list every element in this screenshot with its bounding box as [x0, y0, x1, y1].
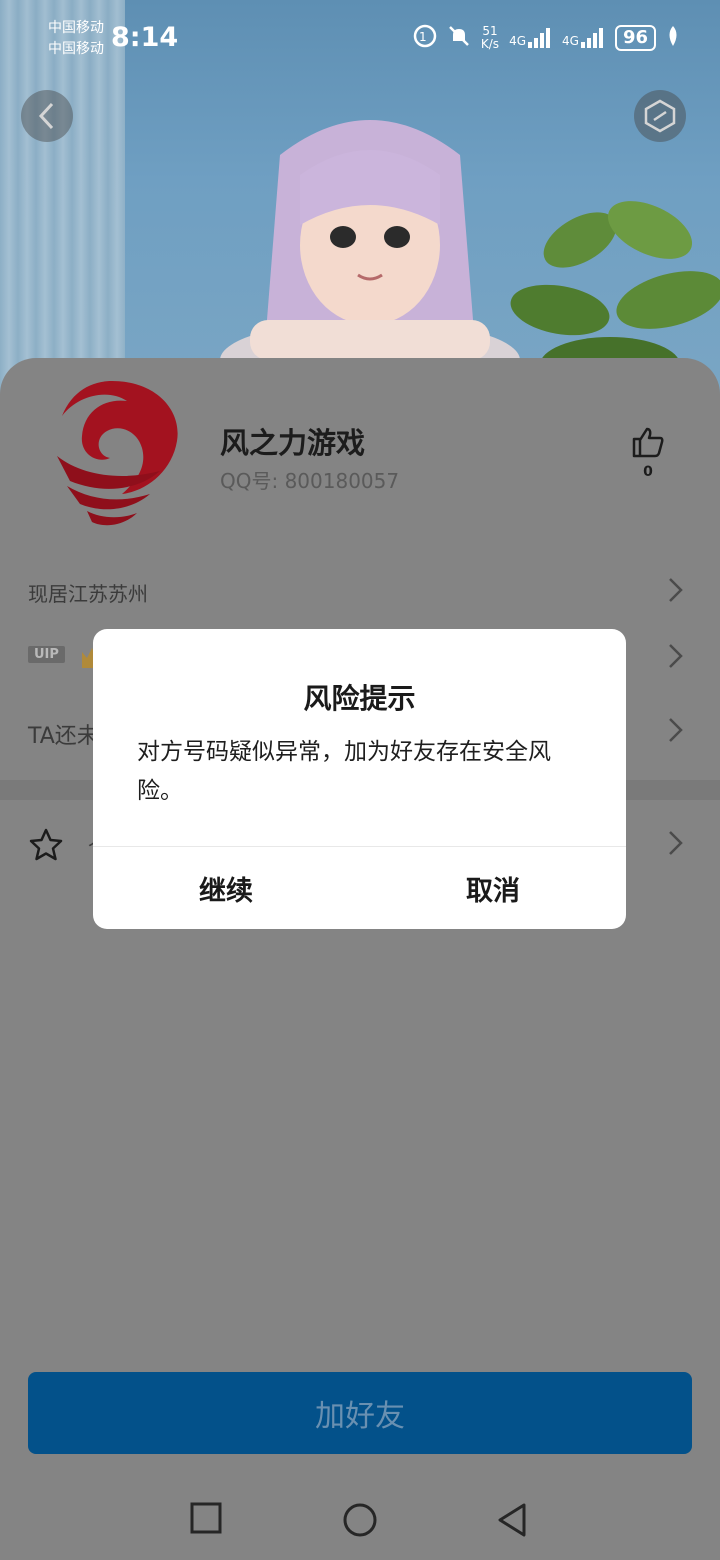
3d-avatar-image [220, 120, 520, 375]
like-button[interactable]: 0 [628, 426, 668, 480]
hd-call-icon: 1 [413, 24, 437, 52]
more-button[interactable] [634, 90, 686, 142]
company-logo [57, 381, 178, 526]
vip-badge: UIP [28, 646, 65, 663]
add-friend-button[interactable]: 加好友 [28, 1372, 692, 1454]
recent-apps-icon[interactable] [190, 1502, 222, 1534]
dialog-title: 风险提示 [303, 682, 416, 715]
location-row[interactable]: 现居江苏苏州 [0, 562, 720, 622]
system-navigation-bar [0, 1480, 720, 1560]
carrier-2: 中国移动 [48, 41, 104, 57]
like-count: 0 [643, 464, 653, 480]
chevron-right-icon [669, 644, 683, 668]
clock: 8:14 [111, 22, 179, 53]
carrier-1: 中国移动 [48, 20, 104, 36]
status-bar: 中国移动 中国移动 8:14 1 51 K/s 4G 4G 96 [0, 0, 720, 80]
svg-text:1: 1 [419, 30, 427, 44]
network-speed: 51 K/s [480, 24, 500, 51]
profile-name: 风之力游戏 [220, 426, 366, 460]
chevron-right-icon [669, 578, 683, 602]
status-icons: 1 51 K/s 4G 4G 96 [413, 24, 680, 52]
thumbs-up-icon [632, 427, 664, 458]
chevron-right-icon [669, 718, 683, 742]
dialog-message: 对方号码疑似异常，加为好友存在安全风险。 [137, 739, 551, 804]
star-icon [29, 828, 63, 861]
carrier-labels: 中国移动 中国移动 [48, 18, 104, 60]
qq-number: QQ号: 800180057 [220, 469, 400, 493]
battery-indicator: 96 [614, 25, 656, 51]
back-button[interactable] [21, 90, 73, 142]
chevron-right-icon [669, 831, 683, 855]
hexagon-icon [644, 99, 676, 133]
continue-button[interactable]: 继续 [93, 847, 359, 929]
leaf-icon [666, 26, 680, 50]
home-icon[interactable] [342, 1502, 378, 1538]
chevron-left-icon [38, 102, 54, 130]
signal-1-icon: 4G [509, 28, 552, 48]
cancel-button[interactable]: 取消 [360, 847, 626, 929]
risk-warning-dialog: 风险提示 对方号码疑似异常，加为好友存在安全风险。 继续 取消 [93, 629, 626, 929]
back-nav-icon[interactable] [496, 1502, 528, 1538]
profile-banner: 中国移动 中国移动 8:14 1 51 K/s 4G 4G 96 [0, 0, 720, 400]
mute-bell-icon [447, 24, 471, 52]
detail-text: TA还未 [28, 724, 99, 749]
location-text: 现居江苏苏州 [28, 582, 148, 606]
signal-2-icon: 4G [562, 28, 605, 48]
